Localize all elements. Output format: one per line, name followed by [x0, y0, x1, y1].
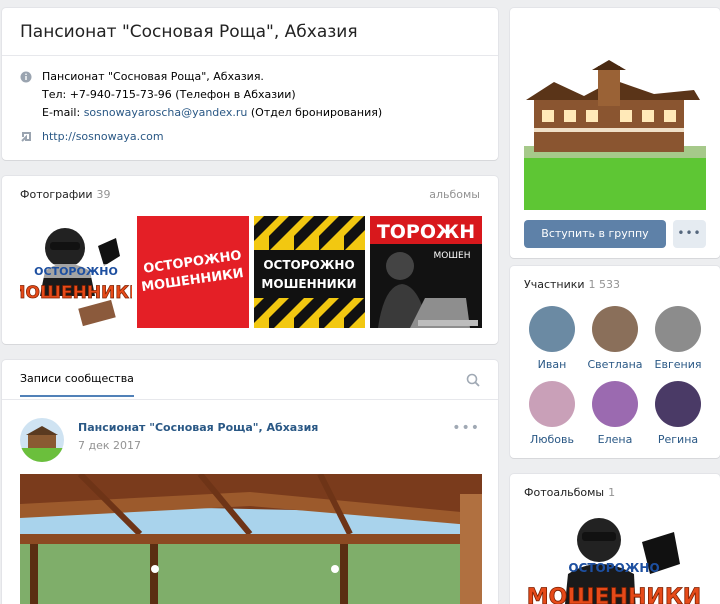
member-name[interactable]: Иван	[522, 358, 582, 371]
photos-count: 39	[96, 188, 111, 201]
photo-text-bottom: МОШЕН	[434, 251, 471, 261]
photo-text-top: ОСТОРОЖНО	[34, 265, 118, 278]
member-item[interactable]: Любовь	[522, 381, 582, 446]
member-name[interactable]: Елена	[585, 433, 645, 446]
website-row: http://sosnowaya.com	[20, 128, 480, 146]
photos-heading[interactable]: Фотографии	[20, 188, 93, 201]
member-item[interactable]: Евгения	[648, 306, 708, 371]
post-more-icon[interactable]: •••	[452, 420, 480, 436]
avatar[interactable]	[592, 381, 638, 427]
info-line-3: E-mail: sosnowayaroscha@yandex.ru (Отдел…	[42, 104, 480, 122]
post-date[interactable]: 7 дек 2017	[78, 439, 141, 452]
member-item[interactable]: Елена	[585, 381, 645, 446]
avatar[interactable]	[655, 306, 701, 352]
photo-thumb[interactable]: ТОРОЖН МОШЕН	[370, 216, 482, 328]
website-link[interactable]: http://sosnowaya.com	[42, 130, 164, 143]
avatar[interactable]	[592, 306, 638, 352]
email-link[interactable]: sosnowayaroscha@yandex.ru	[84, 106, 248, 119]
album-text-top: ОСТОРОЖНО	[568, 561, 659, 575]
post-header: Пансионат "Сосновая Роща", Абхазия 7 дек…	[2, 400, 498, 462]
group-info-card: Пансионат "Сосновая Роща", Абхазия Панси…	[2, 8, 498, 160]
members-heading[interactable]: Участники	[524, 278, 585, 291]
photo-text-bottom: МОШЕННИКИ	[20, 283, 132, 303]
email-prefix: E-mail:	[42, 106, 84, 119]
album-text-bottom: МОШЕННИКИ	[527, 585, 701, 604]
members-count: 1 533	[588, 278, 621, 291]
member-name[interactable]: Светлана	[585, 358, 645, 371]
albums-card: Фотоальбомы 1 ОСТОРОЖНО МОШЕННИКИ	[510, 474, 720, 604]
album-cover[interactable]: ОСТОРОЖНО МОШЕННИКИ	[524, 514, 706, 604]
tab-community-posts[interactable]: Записи сообщества	[20, 372, 134, 397]
info-icon	[20, 71, 32, 83]
avatar[interactable]	[20, 418, 64, 462]
photo-text-bottom: МОШЕННИКИ	[261, 277, 356, 291]
photo-thumb[interactable]: ОСТОРОЖНО МОШЕННИКИ	[137, 216, 249, 328]
group-cover-image[interactable]	[524, 60, 706, 210]
info-description: Пансионат "Сосновая Роща", Абхазия. Тел:…	[20, 68, 480, 122]
photo-thumb[interactable]: ОСТОРОЖНО МОШЕННИКИ	[20, 216, 132, 328]
member-name[interactable]: Регина	[648, 433, 708, 446]
member-item[interactable]: Светлана	[585, 306, 645, 371]
photo-text-top: ТОРОЖН	[377, 221, 475, 243]
member-item[interactable]: Регина	[648, 381, 708, 446]
link-icon	[21, 132, 31, 142]
avatar[interactable]	[529, 381, 575, 427]
wall-card: Записи сообщества Пансионат "Сосновая Ро…	[2, 360, 498, 604]
group-title: Пансионат "Сосновая Роща", Абхазия	[2, 8, 498, 56]
member-name[interactable]: Евгения	[648, 358, 708, 371]
search-icon[interactable]	[466, 373, 480, 387]
member-name[interactable]: Любовь	[522, 433, 582, 446]
avatar[interactable]	[655, 381, 701, 427]
post-image[interactable]	[20, 474, 482, 604]
photo-text-top: ОСТОРОЖНО	[263, 258, 354, 272]
albums-link[interactable]: альбомы	[429, 188, 480, 201]
avatar[interactable]	[529, 306, 575, 352]
info-line-1: Пансионат "Сосновая Роща", Абхазия.	[42, 70, 264, 83]
post-author[interactable]: Пансионат "Сосновая Роща", Абхазия	[78, 421, 318, 434]
info-line-2: Тел: +7-940-715-73-96 (Телефон в Абхазии…	[42, 88, 296, 101]
albums-heading[interactable]: Фотоальбомы	[524, 486, 604, 499]
member-item[interactable]: Иван	[522, 306, 582, 371]
group-cover-card: Вступить в группу •••	[510, 8, 720, 258]
photo-thumb[interactable]: ОСТОРОЖНО МОШЕННИКИ	[254, 216, 365, 328]
photos-card: Фотографии39 альбомы ОСТОРОЖНО МОШЕННИКИ…	[2, 176, 498, 344]
email-suffix: (Отдел бронирования)	[247, 106, 383, 119]
more-actions-button[interactable]: •••	[673, 220, 706, 248]
members-card: Участники 1 533 Иван Светлана Евгения Люб…	[510, 266, 720, 458]
albums-count: 1	[608, 486, 616, 499]
join-group-button[interactable]: Вступить в группу	[524, 220, 666, 248]
